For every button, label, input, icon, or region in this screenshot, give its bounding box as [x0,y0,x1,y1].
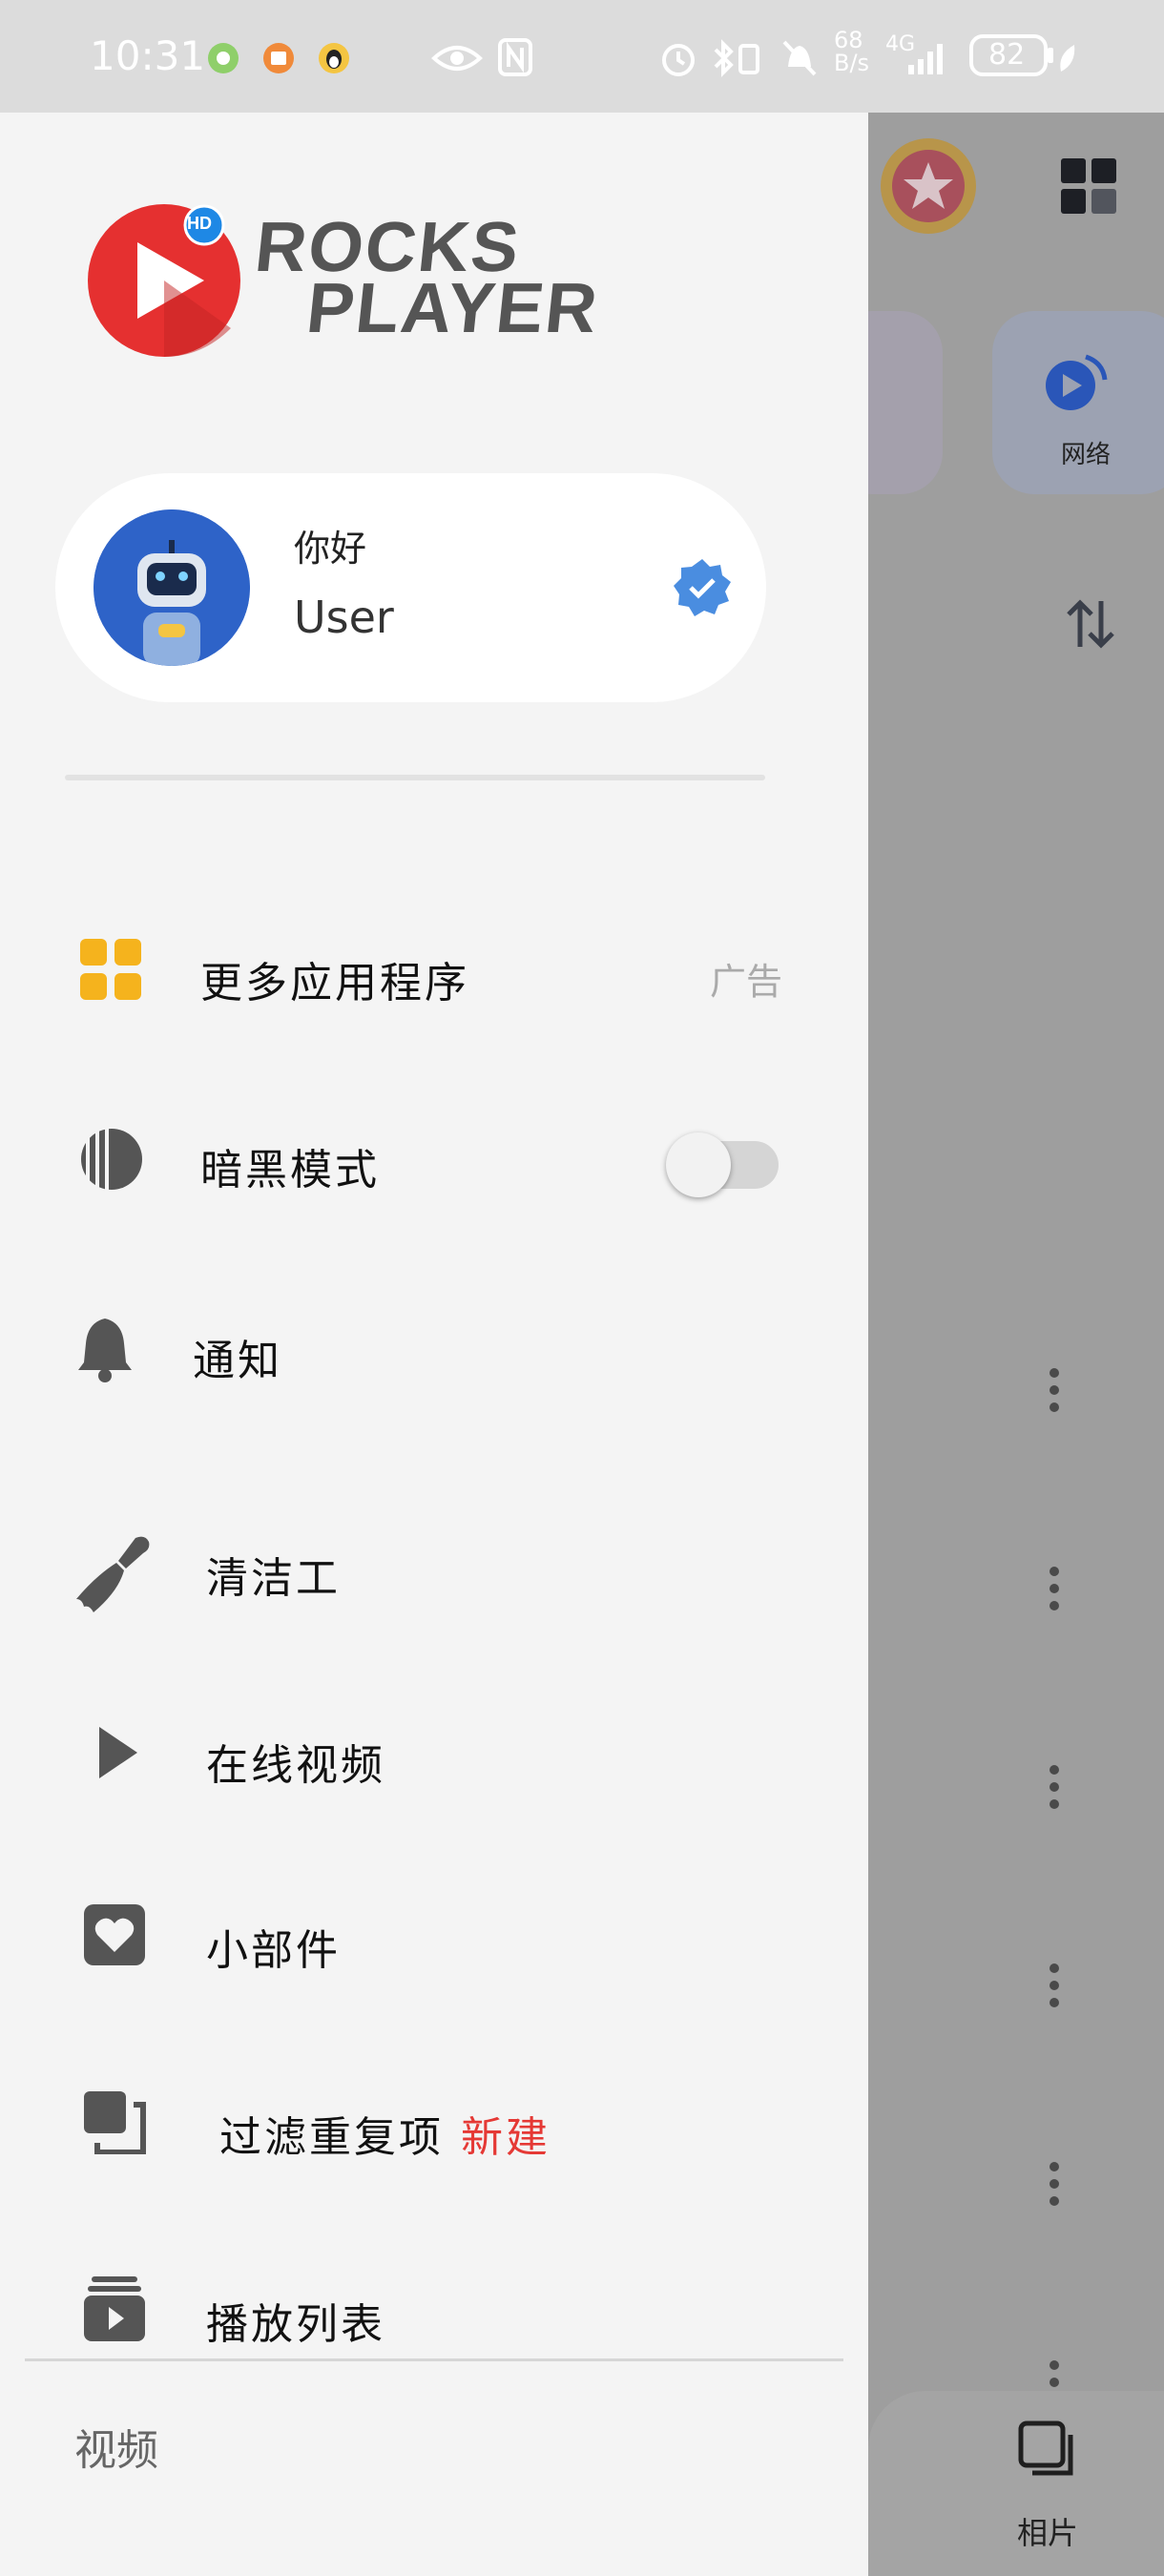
dark-mode-icon [80,1128,156,1204]
broom-icon [73,1532,150,1612]
greeting-text: 你好 [294,528,367,570]
ad-tag: 广告 [709,961,782,1003]
net-speed: 68 B/s [834,29,869,74]
status-time: 10:31 [90,32,206,79]
more-options-icon[interactable] [1050,1765,1059,1817]
section-title-videos: 视频 [74,2426,158,2475]
menu-item-notifications[interactable]: 通知 [0,1280,868,1423]
leaf-icon [1055,38,1078,85]
network-label: 网络 [1061,441,1112,469]
logo-text-bottom: PLAYER [302,268,603,347]
duplicate-icon [84,2091,160,2168]
more-options-icon[interactable] [1050,1567,1059,1618]
avatar[interactable] [94,509,250,666]
navigation-drawer: HD ROCKS PLAYER 你好 User 更多应用程序 广告 暗黑模式 通… [0,113,868,2576]
menu-label: 清洁工 [206,1554,341,1603]
dark-mode-toggle[interactable] [666,1132,779,1197]
play-icon [99,1727,176,1803]
logo-badge: HD [187,214,212,233]
menu-item-online-video[interactable]: 在线视频 [0,1685,868,1828]
more-options-icon[interactable] [1050,1368,1059,1420]
divider [25,2358,843,2361]
status-bar: 10:31 68 B/s 4G 82 [0,0,1164,113]
menu-label: 暗黑模式 [200,1146,380,1195]
menu-label: 更多应用程序 [200,959,469,1008]
menu-label: 通知 [193,1337,282,1385]
menu-label: 小部件 [206,1926,341,1975]
menu-label: 播放列表 [206,2300,385,2349]
app-notification-icon [206,38,240,85]
bell-icon [76,1315,153,1391]
menu-item-filter-duplicates[interactable]: 过滤重复项 新建 [0,2057,868,2200]
network-icon [1042,349,1111,418]
menu-label-text: 过滤重复项 [219,2113,444,2162]
menu-item-more-apps[interactable]: 更多应用程序 广告 [0,903,868,1046]
category-card-network[interactable]: 网络 [992,311,1164,494]
menu-label: 在线视频 [206,1741,385,1790]
battery-level: 82 [988,38,1026,72]
alarm-icon [658,38,698,88]
bottom-nav: 相片 [868,2391,1164,2576]
new-tag: 新建 [461,2113,551,2162]
photos-icon[interactable] [1017,2420,1078,2484]
toggle-knob [666,1132,731,1197]
menu-item-cleaner[interactable]: 清洁工 [0,1498,868,1641]
more-options-icon[interactable] [1050,1963,1059,2015]
eye-icon [431,38,483,85]
net-speed-unit: B/s [834,50,870,76]
menu-item-dark-mode[interactable]: 暗黑模式 [0,1090,868,1233]
mute-bell-icon [780,38,819,88]
menu-item-playlist[interactable]: 播放列表 [0,2244,868,2387]
apps-grid-icon [80,939,156,1015]
user-profile-card[interactable]: 你好 User [55,473,766,702]
more-options-icon[interactable] [1050,2162,1059,2213]
qq-icon [317,38,351,85]
premium-badge-icon[interactable] [880,137,977,239]
sort-icon[interactable] [1067,597,1114,654]
grid-view-icon[interactable] [1061,158,1116,218]
playlist-icon [84,2276,160,2353]
rocks-player-logo: HD ROCKS PLAYER [88,204,603,380]
widget-heart-icon [84,1904,160,1981]
bluetooth-icon [710,38,763,88]
app-notification-icon [261,38,296,85]
signal-icon [906,38,954,86]
user-name: User [294,592,394,643]
verified-badge-icon [672,557,733,622]
menu-label: 过滤重复项 新建 [219,2103,551,2164]
photos-label[interactable]: 相片 [1017,2509,1078,2553]
menu-item-widgets[interactable]: 小部件 [0,1870,868,2013]
divider [65,775,765,780]
nfc-icon [498,38,532,86]
